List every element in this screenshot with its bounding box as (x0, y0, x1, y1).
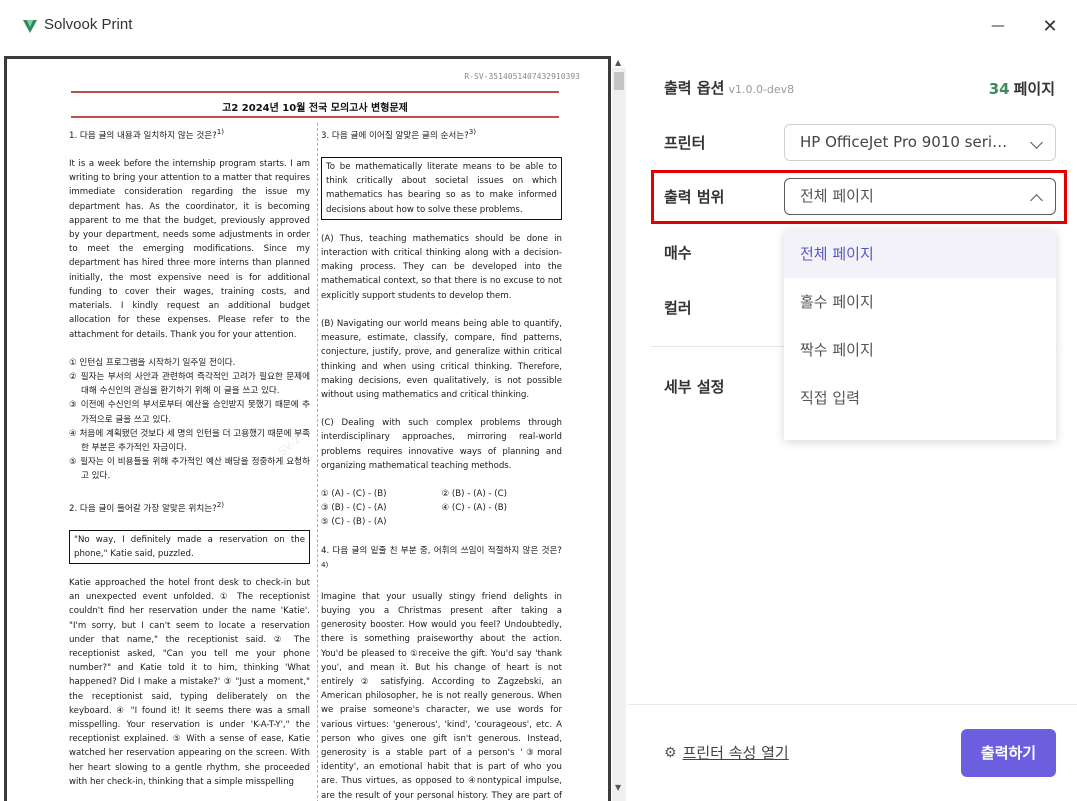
copies-label: 매수 (664, 244, 692, 262)
question-4-title: 4. 다음 글의 밑줄 친 부분 중, 어휘의 쓰임이 적절하지 않은 것은?4… (321, 545, 562, 569)
title-bar: Solvook Print — ✕ (0, 0, 1077, 52)
close-icon: ✕ (1042, 15, 1058, 37)
question-2-title: 2. 다음 글이 들어갈 가장 알맞은 위치는?2) (69, 499, 225, 514)
choice: ⑤ 필자는 이 비용들을 위해 추가적인 예산 배당을 정중하게 요청하고 있다… (69, 457, 310, 482)
range-dropdown-menu: 전체 페이지 홀수 페이지 짝수 페이지 직접 입력 (784, 230, 1056, 440)
range-option-even[interactable]: 짝수 페이지 (784, 326, 1056, 374)
document-heading: 고2 2024년 10월 전국 모의고사 변형문제 (222, 103, 408, 114)
print-options-panel: 출력 옵션 v1.0.0-dev8 34 페이지 프린터 HP OfficeJet … (628, 52, 1077, 801)
range-option-custom[interactable]: 직접 입력 (784, 374, 1056, 422)
chevron-down-icon (1030, 136, 1043, 149)
color-label: 컬러 (664, 299, 692, 317)
options-heading: 출력 옵션 v1.0.0-dev8 (664, 79, 795, 97)
preview-scrollbar[interactable] (612, 68, 626, 801)
question-2-box: "No way, I definitely made a reservation… (69, 529, 310, 564)
print-preview: R-SV-3514051407432910393 고2 2024년 10월 전국… (0, 52, 628, 801)
range-label: 출력 범위 (664, 188, 725, 206)
question-1-title: 1. 다음 글의 내용과 일치하지 않는 것은?1) (69, 127, 225, 141)
minimize-icon: — (991, 18, 1005, 34)
right-column: 3. 다음 글에 이어질 알맞은 글의 순서는?3) To be mathema… (321, 125, 562, 801)
question-2-passage: Katie approached the hotel front desk to… (69, 578, 310, 787)
close-button[interactable]: ✕ (1035, 12, 1065, 40)
heading-rule-top (71, 91, 559, 93)
preview-page: R-SV-3514051407432910393 고2 2024년 10월 전국… (4, 56, 611, 801)
range-option-odd[interactable]: 홀수 페이지 (784, 278, 1056, 326)
printer-properties-label: 프린터 속성 열기 (682, 744, 789, 762)
app-logo-icon (23, 20, 37, 33)
scroll-down-icon[interactable]: ▼ (615, 783, 621, 792)
heading-rule-bottom (71, 116, 559, 118)
scroll-up-icon[interactable]: ▲ (615, 58, 621, 67)
option: ① (A) - (C) - (B) (321, 488, 387, 499)
version-label: v1.0.0-dev8 (728, 83, 795, 96)
printer-select-value: HP OfficeJet Pro 9010 series ... (800, 133, 1029, 151)
print-button[interactable]: 출력하기 (961, 729, 1056, 777)
minimize-button[interactable]: — (983, 12, 1013, 40)
option: ② (B) - (A) - (C) (441, 488, 507, 499)
chevron-up-icon (1030, 194, 1043, 207)
range-select[interactable]: 전체 페이지 (784, 178, 1056, 215)
choice: ④ 처음에 계획됐던 것보다 세 명의 인턴을 더 고용했기 때문에 부족한 부… (69, 428, 310, 453)
question-3-part-c: (C) Dealing with such complex problems t… (321, 418, 562, 471)
column-divider (317, 123, 318, 801)
range-option-all[interactable]: 전체 페이지 (784, 230, 1056, 278)
option: ④ (C) - (A) - (B) (441, 503, 507, 514)
printer-label: 프린터 (664, 134, 706, 152)
document-code: R-SV-3514051407432910393 (464, 72, 580, 81)
page-count-number: 34 (988, 80, 1010, 98)
gear-icon: ⚙ (664, 744, 677, 761)
question-3-box: To be mathematically literate means to b… (321, 157, 562, 220)
question-1-choices: ① 인턴십 프로그램을 시작하기 일주일 전이다. ② 필자는 부서의 사안과 … (69, 356, 310, 484)
question-3-options: ① (A) - (C) - (B) ② (B) - (A) - (C) ③ (B)… (321, 487, 562, 530)
choice: ② 필자는 부서의 사안과 관련하여 즉각적인 고려가 필요한 문제에 대해 수… (69, 371, 310, 397)
option: ③ (B) - (C) - (A) (321, 503, 387, 514)
question-3-part-b: (B) Navigating our world means being abl… (321, 318, 562, 400)
scrollbar-thumb[interactable] (614, 72, 624, 90)
printer-select[interactable]: HP OfficeJet Pro 9010 series ... (784, 124, 1056, 161)
question-1-passage: It is a week before the internship progr… (69, 159, 310, 340)
detail-settings-label: 세부 설정 (664, 378, 725, 396)
page-count: 34 페이지 (989, 78, 1055, 99)
printer-properties-link[interactable]: ⚙ 프린터 속성 열기 (664, 742, 789, 763)
question-3-part-a: (A) Thus, teaching mathematics should be… (321, 233, 562, 301)
left-column: 1. 다음 글의 내용과 일치하지 않는 것은?1) It is a week … (69, 125, 310, 801)
question-3-title: 3. 다음 글에 이어질 알맞은 글의 순서는?3) (321, 127, 477, 141)
range-select-value: 전체 페이지 (800, 187, 874, 205)
choice: ① 인턴십 프로그램을 시작하기 일주일 전이다. (69, 357, 236, 368)
page-count-unit: 페이지 (1013, 80, 1055, 98)
app-title: Solvook Print (44, 16, 133, 33)
choice: ③ 이전에 수신인의 부서로부터 예산을 승인받지 못했기 때문에 추가적으로 … (69, 400, 310, 425)
question-4-passage: Imagine that your usually stingy friend … (321, 591, 562, 801)
footer-divider (628, 704, 1077, 705)
option: ⑤ (C) - (B) - (A) (321, 517, 387, 528)
